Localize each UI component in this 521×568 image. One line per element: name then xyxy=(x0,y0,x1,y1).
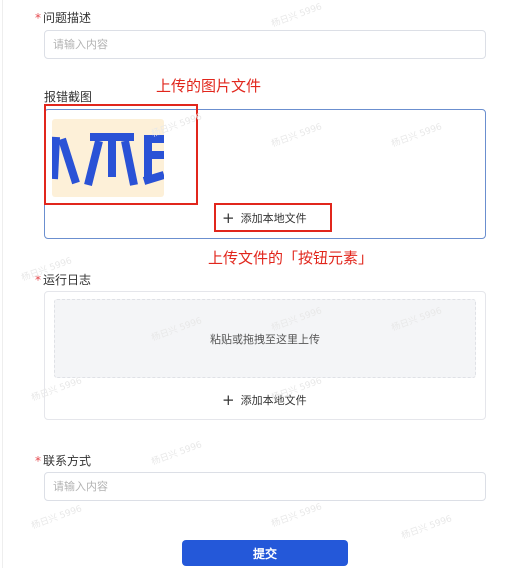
screenshot-label: 报错截图 xyxy=(44,90,93,104)
contact-input[interactable] xyxy=(44,472,486,501)
submit-button[interactable]: 提交 xyxy=(182,540,348,566)
problem-description-label: * 问题描述 xyxy=(35,10,91,26)
run-log-add-local-file-label: 添加本地文件 xyxy=(240,394,307,407)
watermark: 杨日兴 5996 xyxy=(150,440,204,468)
annotation-upload-button: 上传文件的「按钮元素」 xyxy=(208,249,374,267)
watermark: 杨日兴 5996 xyxy=(270,502,324,530)
problem-description-input[interactable] xyxy=(44,30,486,59)
contact-label-text: 联系方式 xyxy=(43,454,92,468)
annotation-uploaded-image: 上传的图片文件 xyxy=(156,77,262,95)
watermark: 杨日兴 5996 xyxy=(270,2,324,30)
feedback-form-page: *问题描述 报错截图 上传的图片文件 + 添加本地文件 上传文件的「按钮元素 xyxy=(0,0,521,568)
run-log-label: * 运行日志 xyxy=(35,272,91,288)
dropzone-hint: 粘贴或拖拽至这里上传 xyxy=(210,332,320,346)
problem-description-label-text: 问题描述 xyxy=(43,11,92,25)
required-mark: * xyxy=(35,11,41,25)
required-mark: * xyxy=(35,273,41,287)
watermark: 杨日兴 5996 xyxy=(30,504,84,532)
run-log-add-local-file-button[interactable]: + 添加本地文件 xyxy=(222,392,307,408)
left-divider xyxy=(2,0,3,568)
plus-icon: + xyxy=(222,390,235,409)
run-log-label-text: 运行日志 xyxy=(43,273,92,287)
annotation-frame-button xyxy=(214,203,332,232)
watermark: 杨日兴 5996 xyxy=(400,514,454,542)
required-mark: * xyxy=(35,454,41,468)
contact-label: * 联系方式 xyxy=(35,453,91,469)
annotation-frame-image xyxy=(44,104,198,205)
run-log-dropzone[interactable]: 粘贴或拖拽至这里上传 xyxy=(54,299,476,378)
